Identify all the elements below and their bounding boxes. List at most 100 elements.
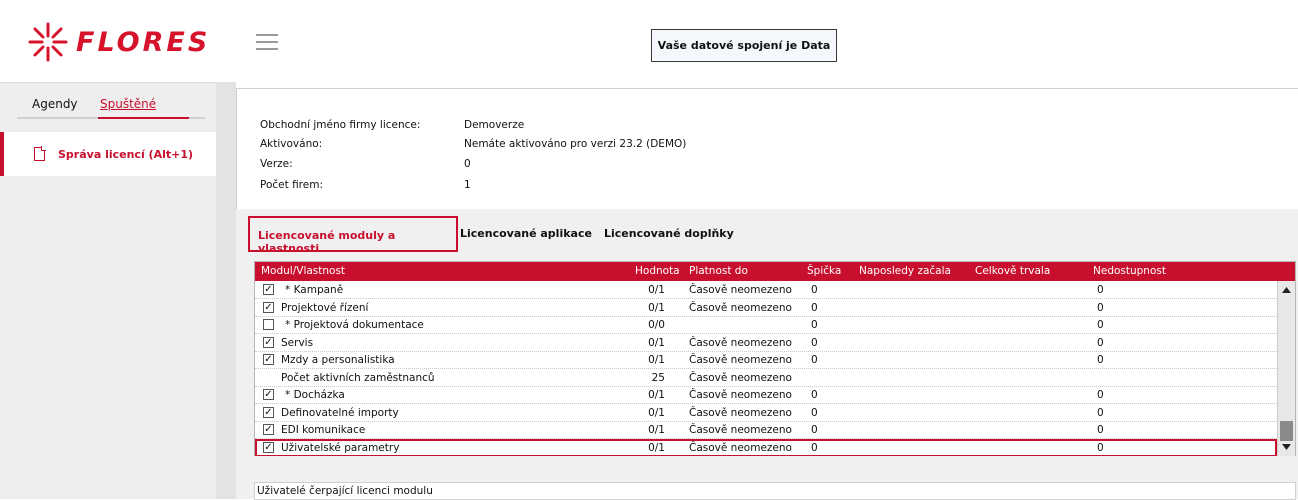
module-checkbox[interactable]: ✓ — [263, 336, 274, 348]
flores-logo[interactable]: FLORES — [26, 20, 210, 64]
module-users-label: Uživatelé čerpající licenci modulu — [254, 482, 1296, 500]
cell-unavailability: 0 — [1097, 336, 1104, 349]
cell-peak: 0 — [811, 354, 818, 366]
scroll-up-icon[interactable] — [1281, 285, 1292, 295]
grid-rows: ✓ * Kampaně 0/1 Časově neomezeno 0 0 ✓ Projekto… — [255, 281, 1277, 456]
table-row[interactable]: ✓ Mzdy a personalistika 0/1 Časově neomezen… — [255, 351, 1277, 369]
cell-unavailability: 0 — [1097, 424, 1104, 436]
sidebar-item-label: Správa licencí (Alt+1) — [58, 147, 194, 161]
col-value[interactable]: Hodnota — [635, 265, 680, 277]
cell-validity: Časově neomezeno — [689, 354, 792, 366]
cell-module: Mzdy a personalistika — [281, 354, 395, 366]
table-row[interactable]: ✓ * Docházka 0/1 Časově neomezeno 0 0 — [255, 386, 1277, 404]
scroll-thumb[interactable] — [1280, 421, 1293, 441]
module-checkbox[interactable]: ✓ — [263, 406, 274, 418]
cell-peak: 0 — [811, 301, 818, 314]
cell-validity: Časově neomezeno — [689, 284, 792, 296]
cell-peak: 0 — [811, 406, 818, 419]
cell-module: * Projektová dokumentace — [285, 319, 424, 331]
module-checkbox[interactable]: ✓ — [263, 441, 274, 453]
col-unavailability[interactable]: Nedostupnost — [1093, 265, 1166, 277]
cell-module: Uživatelské parametry — [281, 441, 400, 454]
module-checkbox[interactable]: ✓ — [263, 354, 274, 365]
col-total-duration[interactable]: Celkově trvala — [975, 265, 1050, 277]
table-row[interactable]: ✓ Servis 0/1 Časově neomezeno 0 0 — [255, 334, 1277, 352]
cell-validity: Časově neomezeno — [689, 371, 792, 384]
module-checkbox[interactable]: ✓ — [263, 284, 274, 295]
cell-module: Projektové řízení — [281, 301, 369, 314]
panel-divider — [216, 82, 236, 499]
sidebar-item-sprava-licenci[interactable]: Správa licencí (Alt+1) — [0, 132, 216, 176]
license-tabs: Licencované moduly a vlastnosti Licencov… — [248, 216, 1288, 255]
cell-unavailability: 0 — [1097, 301, 1104, 314]
cell-peak: 0 — [811, 319, 818, 331]
cell-value: 0/1 — [648, 389, 665, 401]
document-icon — [34, 146, 46, 161]
cell-value: 0/1 — [648, 424, 665, 436]
info-key: Aktivováno: — [260, 138, 323, 150]
cell-value: 0/1 — [648, 336, 665, 349]
tab-licensed-addons[interactable]: Licencované doplňky — [604, 216, 734, 252]
info-value: 1 — [464, 179, 471, 191]
cell-module: * Docházka — [285, 389, 345, 401]
cell-unavailability: 0 — [1097, 389, 1104, 401]
cell-module: Počet aktivních zaměstnanců — [281, 371, 435, 384]
sun-burst-icon — [28, 22, 68, 62]
col-peak[interactable]: Špička — [807, 265, 841, 277]
grid-header: Modul/Vlastnost Hodnota Platnost do Špič… — [255, 262, 1295, 281]
cell-validity: Časově neomezeno — [689, 406, 792, 419]
sidebar-tabs: Agendy Spuštěné — [17, 97, 205, 119]
active-tab-indicator — [98, 117, 189, 119]
module-checkbox[interactable]: ✓ — [263, 424, 274, 435]
cell-validity: Časově neomezeno — [689, 301, 792, 314]
modules-grid: Modul/Vlastnost Hodnota Platnost do Špič… — [254, 261, 1296, 456]
table-row[interactable]: ✓ Definovatelné importy 0/1 Časově neomezen… — [255, 404, 1277, 422]
cell-unavailability: 0 — [1097, 406, 1104, 419]
menu-icon[interactable] — [256, 34, 278, 52]
cell-unavailability: 0 — [1097, 284, 1104, 296]
info-value: Nemáte aktivováno pro verzi 23.2 (DEMO) — [464, 138, 687, 150]
module-checkbox[interactable]: ✓ — [263, 301, 274, 313]
col-last-started[interactable]: Naposledy začala — [859, 265, 951, 277]
cell-validity: Časově neomezeno — [689, 441, 792, 454]
table-row[interactable]: ✓ Projektové řízení 0/1 Časově neomezeno 0 0 — [255, 299, 1277, 317]
table-row[interactable]: * Projektová dokumentace 0/0 0 0 — [255, 316, 1277, 334]
cell-value: 25 — [651, 371, 665, 384]
tab-licensed-apps[interactable]: Licencované aplikace — [460, 216, 592, 252]
cell-value: 0/1 — [648, 301, 665, 314]
cell-unavailability: 0 — [1097, 441, 1104, 454]
cell-peak: 0 — [811, 441, 818, 454]
cell-module: * Kampaně — [285, 284, 344, 296]
info-value: 0 — [464, 158, 471, 170]
cell-module: EDI komunikace — [281, 424, 366, 436]
tab-licensed-modules[interactable]: Licencované moduly a vlastnosti — [248, 216, 458, 255]
scroll-down-icon[interactable] — [1281, 442, 1292, 452]
cell-module: Servis — [281, 336, 314, 349]
app-header: FLORES Vaše datové spojení je Data — [0, 0, 1298, 82]
cell-value: 0/1 — [648, 406, 665, 419]
table-row[interactable]: Počet aktivních zaměstnanců 25 Časově neom… — [255, 369, 1277, 387]
cell-peak: 0 — [811, 284, 818, 296]
table-row[interactable]: ✓ EDI komunikace 0/1 Časově neomezeno 0 0 — [255, 421, 1277, 439]
cell-peak: 0 — [811, 336, 818, 349]
sidebar-tab-spustene[interactable]: Spuštěné — [100, 97, 156, 111]
col-module[interactable]: Modul/Vlastnost — [261, 265, 345, 277]
cell-validity: Časově neomezeno — [689, 424, 792, 436]
cell-validity: Časově neomezeno — [689, 336, 792, 349]
cell-value: 0/1 — [648, 354, 665, 366]
cell-peak: 0 — [811, 424, 818, 436]
info-value: Demoverze — [464, 119, 525, 131]
table-row[interactable]: ✓ * Kampaně 0/1 Časově neomezeno 0 0 — [255, 281, 1277, 299]
col-validity[interactable]: Platnost do — [689, 265, 748, 277]
cell-value: 0/0 — [648, 319, 665, 331]
brand-name: FLORES — [76, 26, 211, 58]
cell-validity: Časově neomezeno — [689, 389, 792, 401]
grid-scrollbar[interactable] — [1277, 281, 1295, 456]
table-row[interactable]: ✓ Uživatelské parametry 0/1 Časově neomezen… — [255, 438, 1277, 456]
cell-unavailability: 0 — [1097, 354, 1104, 366]
module-checkbox[interactable] — [263, 319, 274, 330]
info-key: Počet firem: — [260, 179, 323, 191]
cell-unavailability: 0 — [1097, 319, 1104, 331]
module-checkbox[interactable]: ✓ — [263, 389, 274, 400]
sidebar-tab-agendy[interactable]: Agendy — [32, 97, 78, 111]
